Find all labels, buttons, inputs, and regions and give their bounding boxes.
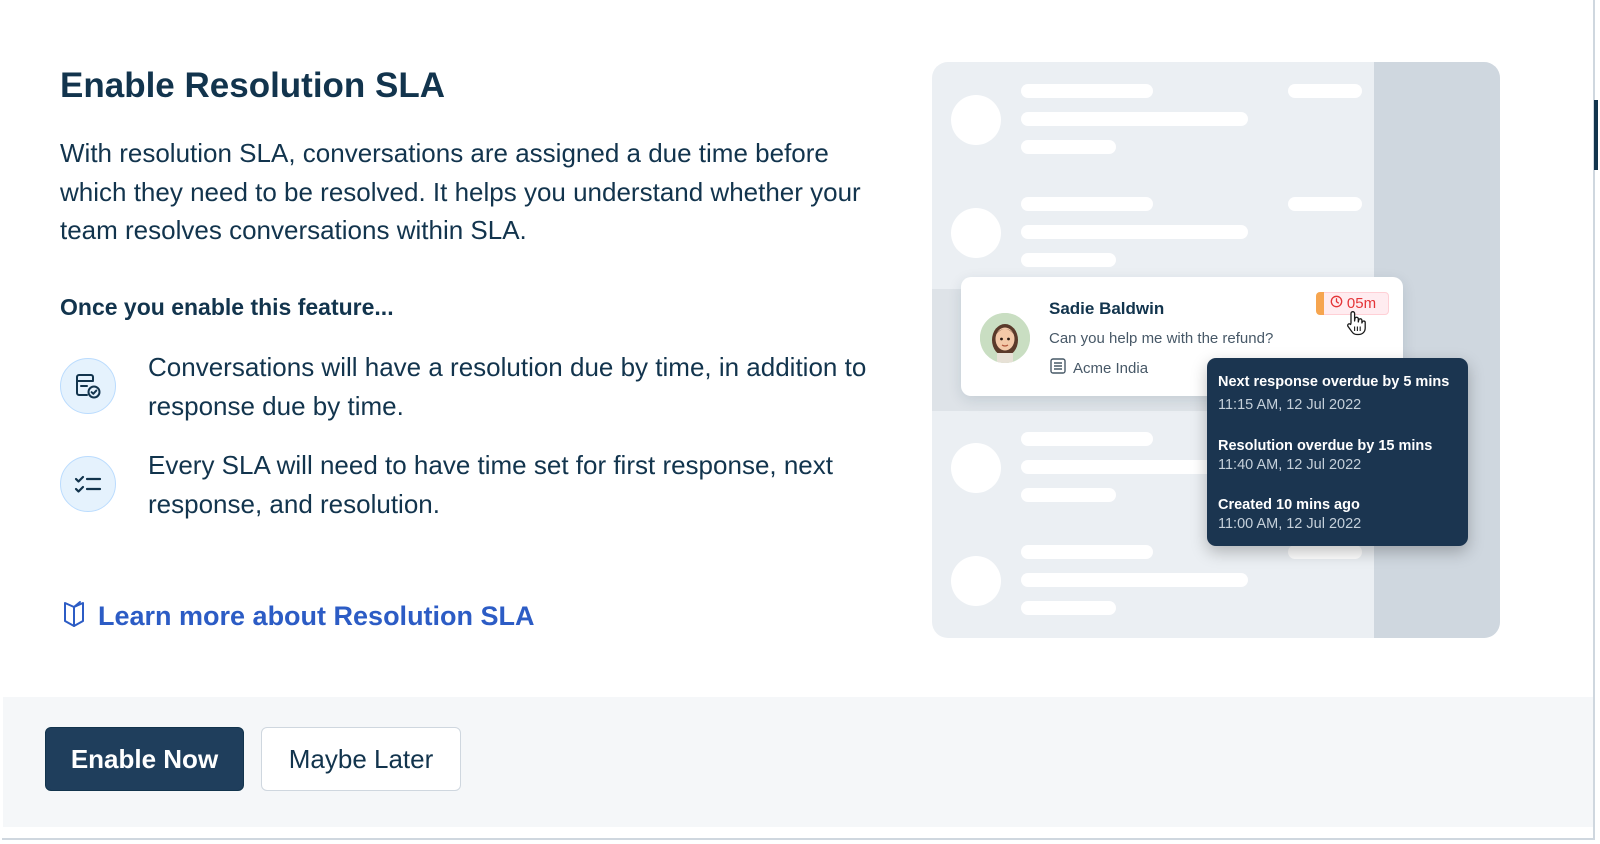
placeholder-line: [1021, 225, 1248, 239]
company-icon: [1049, 357, 1067, 379]
placeholder-line: [1021, 488, 1116, 502]
placeholder-line: [1021, 432, 1153, 446]
placeholder-line: [1021, 573, 1248, 587]
company-row: Acme India: [1049, 357, 1148, 379]
placeholder-line: [1021, 140, 1116, 154]
placeholder-line: [1021, 601, 1116, 615]
placeholder-avatar: [951, 443, 1001, 493]
learn-more-link[interactable]: Learn more about Resolution SLA: [60, 598, 535, 635]
tooltip-title: Next response overdue by 5 mins: [1218, 374, 1450, 390]
maybe-later-button[interactable]: Maybe Later: [261, 727, 461, 791]
modal-description: With resolution SLA, conversations are a…: [60, 138, 861, 245]
modal-title: Enable Resolution SLA: [60, 66, 446, 105]
clock-icon: [1330, 295, 1343, 312]
placeholder-avatar: [951, 208, 1001, 258]
placeholder-line: [1288, 197, 1362, 211]
feature-text: Conversations will have a resolution due…: [148, 352, 867, 421]
sla-details-tooltip: Next response overdue by 5 mins 11:15 AM…: [1207, 358, 1468, 546]
enable-now-button[interactable]: Enable Now: [45, 727, 244, 791]
company-name: Acme India: [1073, 359, 1149, 377]
tooltip-next-response: Next response overdue by 5 mins 11:15 AM…: [1218, 373, 1449, 415]
placeholder-line: [1288, 545, 1362, 559]
hand-cursor-icon: [1344, 310, 1366, 341]
placeholder-line: [1021, 253, 1116, 267]
tooltip-time: 11:40 AM, 12 Jul 2022: [1218, 457, 1362, 473]
placeholder-line: [1021, 84, 1153, 98]
learn-more-label: Learn more about Resolution SLA: [98, 601, 535, 631]
feature-subheading: Once you enable this feature...: [60, 294, 394, 320]
conversation-preview: Can you help me with the refund?: [1049, 330, 1274, 347]
tooltip-resolution: Resolution overdue by 15 mins 11:40 AM, …: [1218, 437, 1432, 475]
placeholder-line: [1021, 197, 1153, 211]
tooltip-time: 11:15 AM, 12 Jul 2022: [1218, 397, 1362, 413]
placeholder-avatar: [951, 556, 1001, 606]
avatar: [980, 313, 1030, 363]
tooltip-title: Created 10 mins ago: [1218, 497, 1360, 513]
placeholder-avatar: [951, 95, 1001, 145]
placeholder-line: [1021, 112, 1248, 126]
tooltip-time: 11:00 AM, 12 Jul 2022: [1218, 516, 1362, 532]
book-open-icon: [60, 598, 88, 635]
feature-text: Every SLA will need to have time set for…: [148, 450, 833, 519]
placeholder-line: [1021, 545, 1153, 559]
contact-name: Sadie Baldwin: [1049, 299, 1165, 318]
side-accent: [1594, 100, 1598, 170]
calendar-check-icon: [60, 358, 116, 414]
placeholder-line: [1288, 84, 1362, 98]
tooltip-title: Resolution overdue by 15 mins: [1218, 438, 1433, 454]
checklist-icon: [60, 456, 116, 512]
tooltip-created: Created 10 mins ago 11:00 AM, 12 Jul 202…: [1218, 496, 1361, 534]
